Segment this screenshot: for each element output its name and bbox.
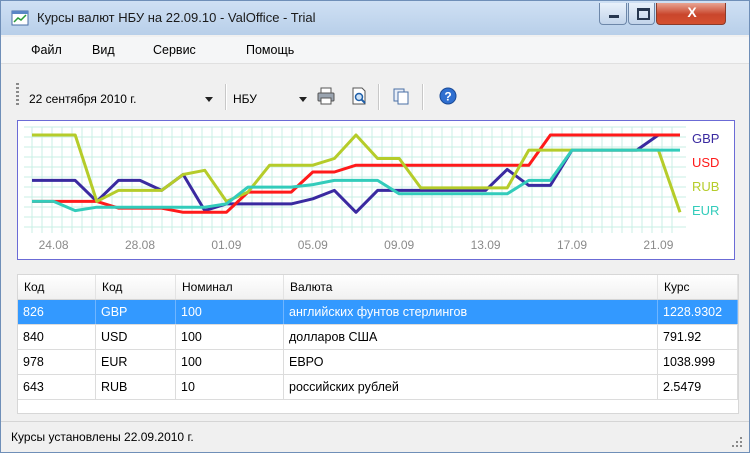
menu-file[interactable]: Файл — [31, 43, 62, 57]
table-row[interactable]: 978 EUR 100 ЕВРО 1038.999 — [18, 350, 738, 375]
rates-chart: 24.08 28.08 01.09 05.09 09.09 13.09 17.09 21.09… — [17, 120, 735, 260]
cell-nominal: 100 — [176, 325, 284, 349]
bank-select[interactable]: НБУ — [233, 89, 311, 109]
table-row[interactable]: 840 USD 100 долларов США 791.92 — [18, 325, 738, 350]
menu-service[interactable]: Сервис — [153, 43, 196, 57]
toolbar: 22 сентября 2010 г. НБУ ? — [1, 64, 749, 112]
x-tick-label: 24.08 — [39, 238, 69, 252]
header-rate[interactable]: Курс — [658, 275, 738, 299]
close-icon: X — [687, 4, 697, 20]
cell-char-code: EUR — [96, 350, 176, 374]
cell-num-code: 643 — [18, 375, 96, 399]
chevron-down-icon — [205, 97, 213, 102]
resize-grip-icon[interactable] — [729, 434, 743, 448]
header-nominal[interactable]: Номинал — [176, 275, 284, 299]
table-row[interactable]: 643 RUB 10 российских рублей 2.5479 — [18, 375, 738, 400]
toolbar-separator — [378, 84, 380, 110]
status-text: Курсы установлены 22.09.2010 г. — [11, 430, 194, 444]
menu-help[interactable]: Помощь — [246, 43, 294, 57]
bank-select-value: НБУ — [233, 92, 257, 106]
legend-eur: EUR — [692, 203, 719, 218]
date-select-value: 22 сентября 2010 г. — [29, 92, 137, 106]
cell-rate: 2.5479 — [658, 375, 738, 399]
cell-char-code: RUB — [96, 375, 176, 399]
svg-text:?: ? — [444, 90, 451, 104]
x-tick-label: 01.09 — [211, 238, 241, 252]
menu-bar: Файл Вид Сервис Помощь — [1, 37, 749, 64]
window-title: Курсы валют НБУ на 22.09.10 - ValOffice … — [37, 10, 316, 25]
cell-num-code: 978 — [18, 350, 96, 374]
cell-rate: 1038.999 — [658, 350, 738, 374]
x-tick-label: 05.09 — [298, 238, 328, 252]
cell-currency: английских фунтов стерлингов — [284, 300, 658, 324]
chart-canvas: 24.08 28.08 01.09 05.09 09.09 13.09 17.09 21.09… — [24, 126, 719, 252]
legend-rub: RUB — [692, 179, 719, 194]
toolbar-separator — [422, 84, 424, 110]
header-char-code[interactable]: Код — [96, 275, 176, 299]
rates-table: Код Код Номинал Валюта Курс 826 GBP 100 … — [17, 274, 739, 414]
cell-nominal: 100 — [176, 350, 284, 374]
help-icon[interactable]: ? — [438, 86, 458, 106]
legend-gbp: GBP — [692, 131, 719, 146]
cell-currency: российских рублей — [284, 375, 658, 399]
cell-currency: долларов США — [284, 325, 658, 349]
cell-currency: ЕВРО — [284, 350, 658, 374]
cell-rate: 1228.9302 — [658, 300, 738, 324]
close-button[interactable]: X — [656, 3, 726, 25]
header-currency[interactable]: Валюта — [284, 275, 658, 299]
legend-usd: USD — [692, 155, 719, 170]
table-row[interactable]: 826 GBP 100 английских фунтов стерлингов… — [18, 300, 738, 325]
toolbar-grip[interactable] — [16, 83, 19, 105]
cell-char-code: USD — [96, 325, 176, 349]
print-icon[interactable] — [316, 86, 336, 106]
title-bar[interactable]: Курсы валют НБУ на 22.09.10 - ValOffice … — [1, 1, 749, 35]
x-tick-label: 09.09 — [384, 238, 414, 252]
cell-nominal: 10 — [176, 375, 284, 399]
x-tick-label: 13.09 — [471, 238, 501, 252]
print-preview-icon[interactable] — [349, 86, 369, 106]
cell-nominal: 100 — [176, 300, 284, 324]
table-header: Код Код Номинал Валюта Курс — [18, 275, 738, 300]
menu-view[interactable]: Вид — [92, 43, 115, 57]
cell-num-code: 826 — [18, 300, 96, 324]
status-bar: Курсы установлены 22.09.2010 г. — [1, 421, 749, 452]
app-icon — [11, 10, 29, 26]
date-select[interactable]: 22 сентября 2010 г. — [29, 89, 219, 109]
maximize-button[interactable] — [628, 3, 655, 25]
x-tick-label: 17.09 — [557, 238, 587, 252]
copy-icon[interactable] — [391, 86, 411, 106]
x-tick-label: 21.09 — [643, 238, 673, 252]
app-window: Курсы валют НБУ на 22.09.10 - ValOffice … — [0, 0, 750, 453]
chevron-down-icon — [299, 97, 307, 102]
header-num-code[interactable]: Код — [18, 275, 96, 299]
x-tick-label: 28.08 — [125, 238, 155, 252]
toolbar-separator — [225, 84, 227, 110]
minimize-button[interactable] — [599, 3, 627, 25]
cell-num-code: 840 — [18, 325, 96, 349]
cell-rate: 791.92 — [658, 325, 738, 349]
cell-char-code: GBP — [96, 300, 176, 324]
